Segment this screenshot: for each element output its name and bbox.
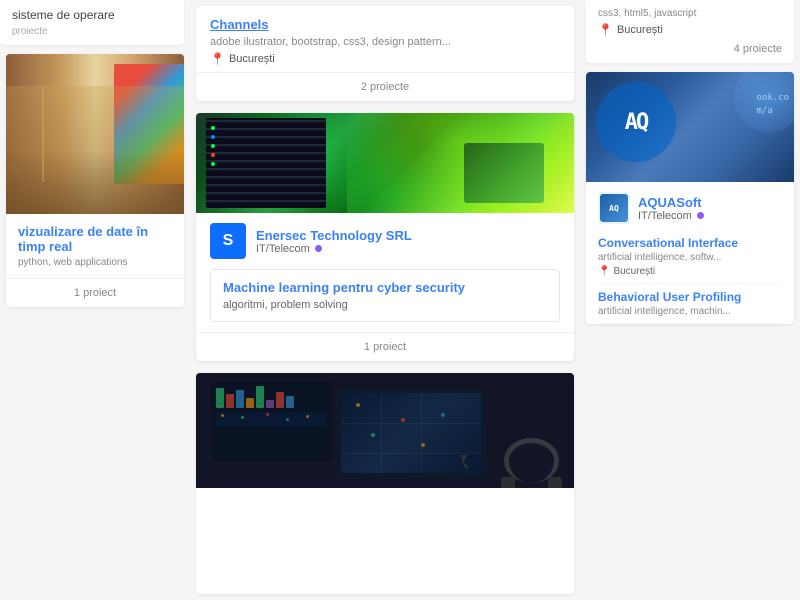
center-top-card-title-link[interactable]: Channels xyxy=(210,17,269,32)
bottom-center-image xyxy=(196,373,574,488)
aquasoft-name[interactable]: AQUASoft xyxy=(638,195,704,210)
aquasoft-project-2[interactable]: Behavioral User Profiling artificial int… xyxy=(598,284,782,324)
location-pin-icon: 📍 xyxy=(210,52,225,66)
company-sector-row: IT/Telecom xyxy=(256,243,560,255)
project-1-pin-icon: 📍 xyxy=(598,266,610,277)
center-top-card-tags: adobe ilustrator, bootstrap, css3, desig… xyxy=(210,36,560,48)
aquasoft-logo-small: AQ xyxy=(598,192,630,224)
left-card-info: vizualizare de date în timp real python,… xyxy=(6,214,184,278)
featured-card-image xyxy=(196,113,574,213)
featured-company-row: S Enersec Technology SRL IT/Telecom xyxy=(196,213,574,259)
aquasoft-status-dot xyxy=(697,212,704,219)
left-image-card: vizualizare de date în timp real python,… xyxy=(6,54,184,307)
center-top-card-location-row: 📍 București xyxy=(210,52,560,66)
aquasoft-project-1[interactable]: Conversational Interface artificial inte… xyxy=(598,230,782,284)
right-location-pin-icon: 📍 xyxy=(598,23,613,37)
dashboard-screen xyxy=(211,381,331,461)
aquasoft-project-2-title: Behavioral User Profiling xyxy=(598,290,782,304)
aquasoft-project-list: Conversational Interface artificial inte… xyxy=(586,230,794,324)
right-top-tags: css3, html5, javascript xyxy=(598,8,782,19)
company-sector-text: IT/Telecom xyxy=(256,243,310,255)
left-card-tags: python, web applications xyxy=(18,257,172,268)
aquasoft-logo-overlay: AQ xyxy=(596,82,676,162)
project-1-location-text: București xyxy=(613,266,655,277)
right-top-location-row: 📍 București xyxy=(598,23,782,37)
aquasoft-company-row: AQ AQUASoft IT/Telecom xyxy=(586,182,794,230)
tablet-screen xyxy=(336,388,486,478)
left-top-partial-card: sisteme de operare proiecte xyxy=(0,0,184,45)
aquasoft-sector-text: IT/Telecom xyxy=(638,210,692,222)
featured-project-card[interactable]: Machine learning pentru cyber security a… xyxy=(210,269,560,322)
company-logo-letter: S xyxy=(223,232,234,250)
headphones-image xyxy=(504,438,559,483)
left-card-projects: 1 proiect xyxy=(6,278,184,307)
left-top-card-title: sisteme de operare xyxy=(12,8,172,22)
center-top-card-location: București xyxy=(229,53,275,65)
right-top-projects: 4 proiecte xyxy=(598,43,782,55)
aquasoft-project-1-title: Conversational Interface xyxy=(598,236,782,250)
company-logo: S xyxy=(210,223,246,259)
right-top-location: București xyxy=(617,24,663,36)
left-card-image xyxy=(6,54,184,214)
company-info: Enersec Technology SRL IT/Telecom xyxy=(256,228,560,255)
center-top-card: Channels adobe ilustrator, bootstrap, cs… xyxy=(196,6,574,101)
center-top-card-header: Channels adobe ilustrator, bootstrap, cs… xyxy=(196,6,574,72)
featured-projects-count: 1 proiect xyxy=(196,332,574,361)
project-title: Machine learning pentru cyber security xyxy=(223,280,547,295)
sector-status-dot xyxy=(315,245,322,252)
right-top-partial: css3, html5, javascript 📍 București 4 pr… xyxy=(586,0,794,63)
bottom-center-card xyxy=(196,373,574,594)
aquasoft-project-2-tags: artificial intelligence, machin... xyxy=(598,306,782,317)
aquasoft-card: AQ ook.co m/a AQ xyxy=(586,72,794,324)
aquasoft-project-1-tags: artificial intelligence, softw... xyxy=(598,252,782,263)
project-tags: algoritmi, problem solving xyxy=(223,299,547,311)
aquasoft-info: AQUASoft IT/Telecom xyxy=(638,195,704,222)
map-display xyxy=(341,393,481,473)
left-top-projects: proiecte xyxy=(12,26,172,37)
featured-company-card: S Enersec Technology SRL IT/Telecom Mach… xyxy=(196,113,574,361)
left-card-title: vizualizare de date în timp real xyxy=(18,224,172,254)
server-lights xyxy=(211,126,215,166)
aquasoft-project-1-location: 📍 București xyxy=(598,266,782,277)
center-top-card-projects: 2 proiecte xyxy=(196,72,574,101)
aquasoft-card-image: AQ ook.co m/a xyxy=(586,72,794,182)
company-name[interactable]: Enersec Technology SRL xyxy=(256,228,560,243)
aquasoft-sector: IT/Telecom xyxy=(638,210,704,222)
